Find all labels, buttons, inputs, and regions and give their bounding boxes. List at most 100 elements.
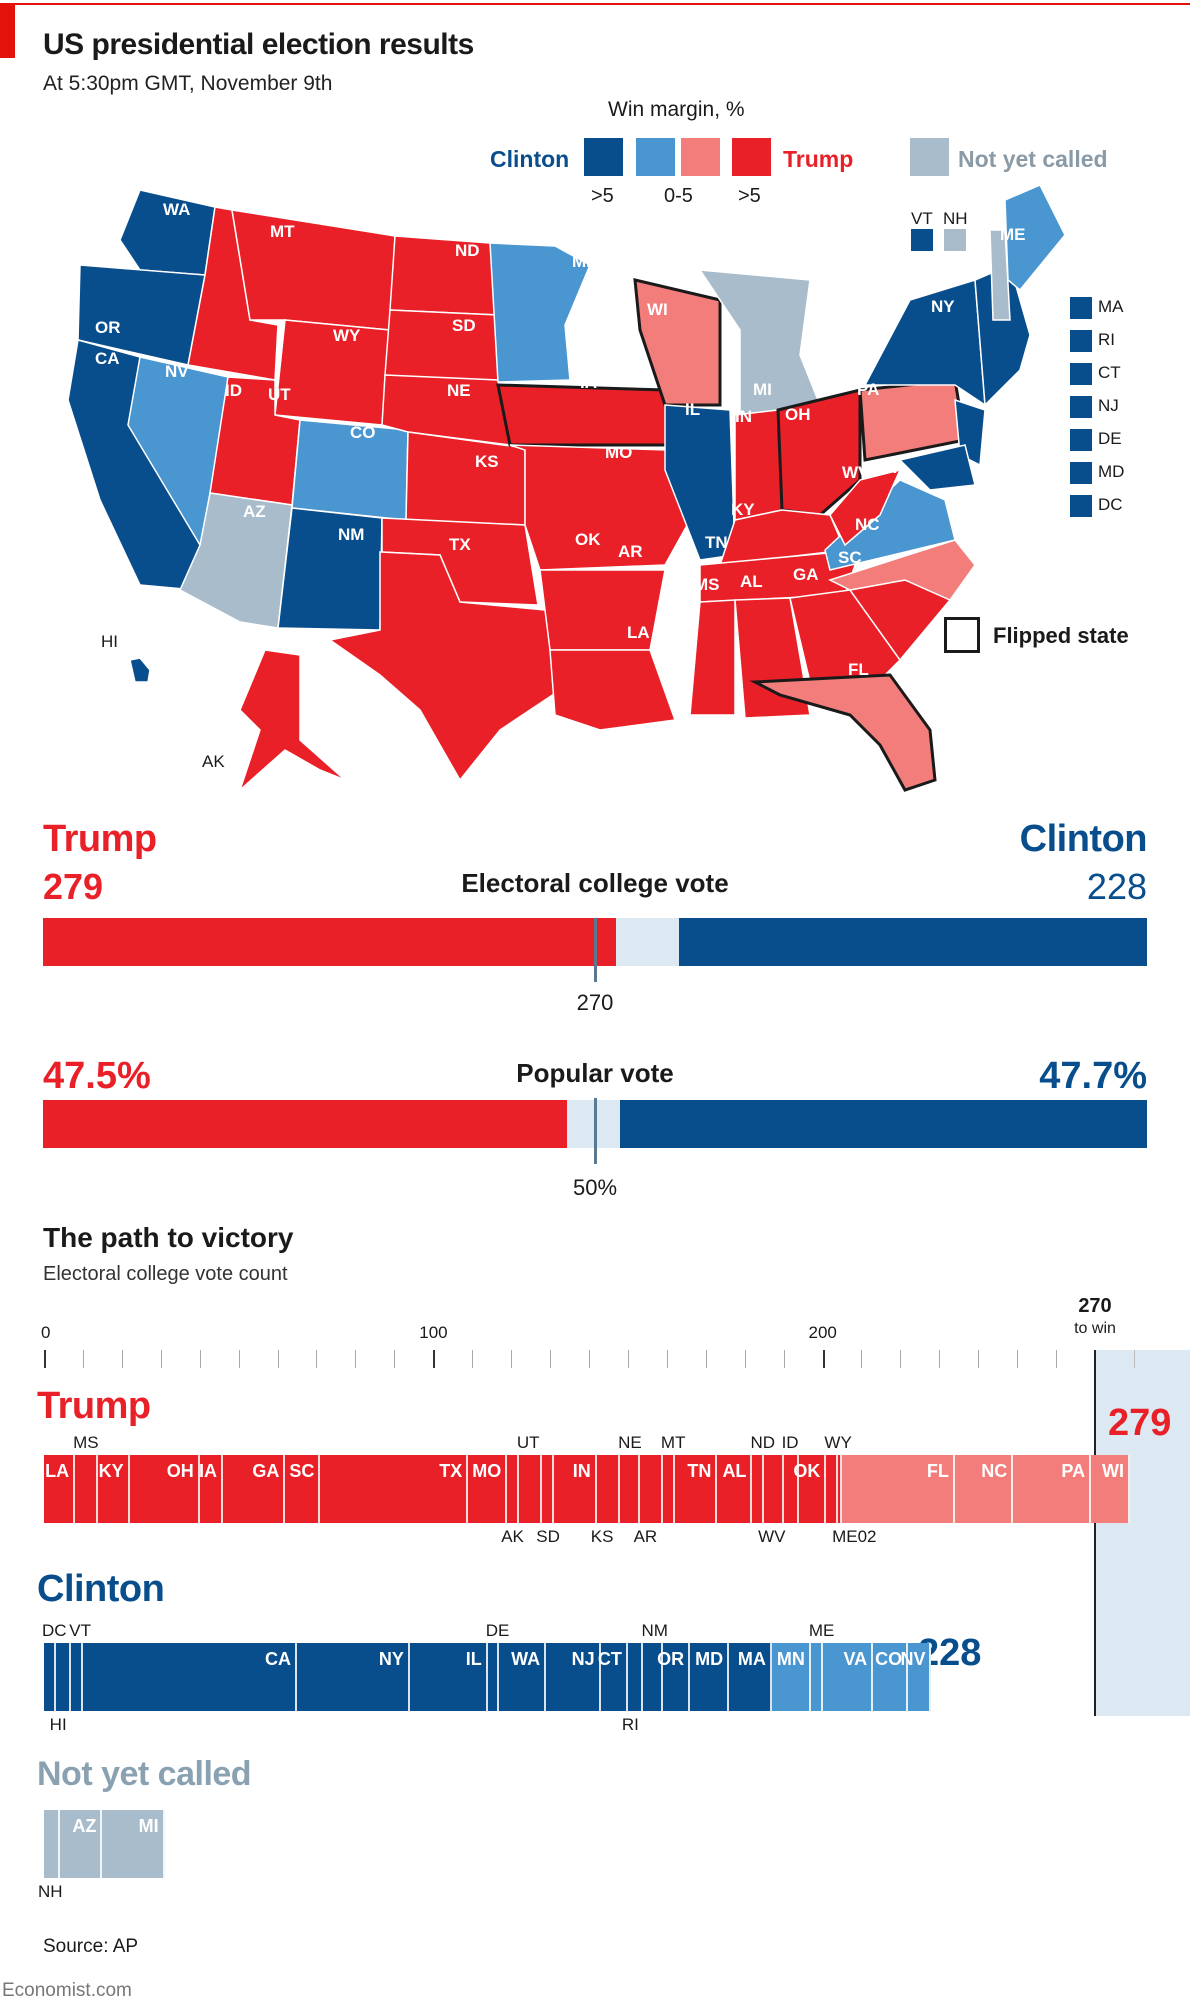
segment-label: NV [900,1649,926,1669]
map-label-SC: SC [838,548,862,567]
path-subtitle: Electoral college vote count [43,1263,288,1285]
map-label-IL: IL [685,400,701,419]
small-state-swatch-de [1070,429,1092,451]
segment-nv: NV [900,1643,932,1711]
segment-label-below: WV [758,1527,786,1546]
axis-tick [199,1350,201,1368]
segment-label-above: ID [781,1433,799,1452]
axis-tick [472,1350,474,1368]
segment-ut [518,1455,543,1523]
segment-mo: MO [468,1455,508,1523]
axis-tick [861,1350,863,1368]
axis-tick [822,1350,825,1368]
ec-label: Electoral college vote [461,868,729,898]
map-label-IA: IA [580,373,597,392]
path-not-called-heading: Not yet called [37,1755,252,1793]
map-label-AK: AK [202,752,225,771]
state-ND [389,235,499,316]
segment-label: OH [166,1461,194,1481]
segment-label-below: AK [501,1527,524,1546]
segment-label: GA [252,1461,280,1481]
legend-not-called-label: Not yet called [958,146,1108,172]
map-label-NM: NM [338,525,365,544]
segment-mn: MN [771,1643,811,1711]
segment-tn: TN [674,1455,718,1523]
map-label-OK: OK [575,530,601,549]
segment-label-below: AR [633,1527,658,1546]
axis-tick [433,1350,436,1368]
map-label-UT: UT [268,385,291,404]
segment-ne [620,1455,640,1523]
segment-ok: OK [793,1455,827,1523]
ec-threshold-label: 270 [576,990,614,1015]
small-state-label-de: DE [1098,429,1122,448]
segment-label: CA [265,1649,291,1669]
axis-tick-label: 100 [419,1323,448,1342]
map-label-NC: NC [855,515,880,534]
segment-az: AZ [59,1810,103,1878]
segment-label: OK [793,1461,821,1481]
segment-label-above: ME [808,1621,835,1640]
segment-label: SC [289,1461,315,1481]
pv-bar-trump [43,1100,568,1148]
segment-sc: SC [285,1455,321,1523]
segment-ct: CT [598,1643,628,1711]
segment-nh [44,1810,60,1878]
chart-title: US presidential election results [43,28,474,61]
segment-label-above: UT [516,1433,540,1452]
segment-label-above: MT [660,1433,686,1452]
win-label-text: to win [1074,1320,1116,1337]
map-label-GA: GA [793,565,819,584]
nh-swatch [944,229,966,251]
segment-label-below: NH [38,1882,63,1901]
state-FL [749,673,937,792]
map-label-CA: CA [95,349,120,368]
state-IA [496,383,670,447]
segment-label: MN [776,1649,805,1669]
axis-tick-label: 200 [808,1323,837,1342]
segment-mi: MI [102,1810,165,1878]
axis-tick [666,1350,668,1368]
segment-wv [764,1455,784,1523]
segment-va: VA [822,1643,874,1711]
small-state-swatch-ma [1070,297,1092,319]
axis-tick [900,1350,902,1368]
axis-tick [160,1350,162,1368]
state-WI [633,278,722,407]
map-label-NE: NE [447,381,471,400]
axis-tick [705,1350,707,1368]
state-HI [129,657,151,683]
segment-nd [752,1455,765,1523]
segment-ri [627,1643,644,1711]
segment-label: TX [439,1461,463,1481]
segment-label-below: KS [590,1527,614,1546]
axis-tick [588,1350,590,1368]
segment-ia: IA [199,1455,224,1523]
small-state-label-md: MD [1098,462,1125,481]
segment-label-above: ND [750,1433,775,1452]
map-label-OH: OH [785,405,811,424]
axis-tick [44,1350,46,1368]
map-label-WA: WA [163,200,191,219]
segment-oh: OH [129,1455,200,1523]
ec-bar-trump [43,918,616,966]
segment-label-below: RI [621,1715,639,1734]
legend-clinton-label: Clinton [490,146,570,172]
axis-tick [82,1350,84,1368]
segment-label: VA [843,1649,868,1669]
segment-tx: TX [320,1455,469,1523]
state-NM [277,507,383,631]
segment-il: IL [409,1643,488,1711]
small-state-swatch-ct [1070,363,1092,385]
map-label-MO: MO [605,443,633,462]
segment-fl: FL [841,1455,955,1523]
segment-ny: NY [297,1643,410,1711]
segment-ma: MA [729,1643,772,1711]
segment-in: IN [553,1455,597,1523]
axis-tick [939,1350,941,1368]
segment-de [487,1643,500,1711]
axis-tick [627,1350,629,1368]
map-label-NY: NY [931,297,955,316]
ec-bar-clinton [679,918,1147,966]
map-label-MN: MN [572,252,599,271]
